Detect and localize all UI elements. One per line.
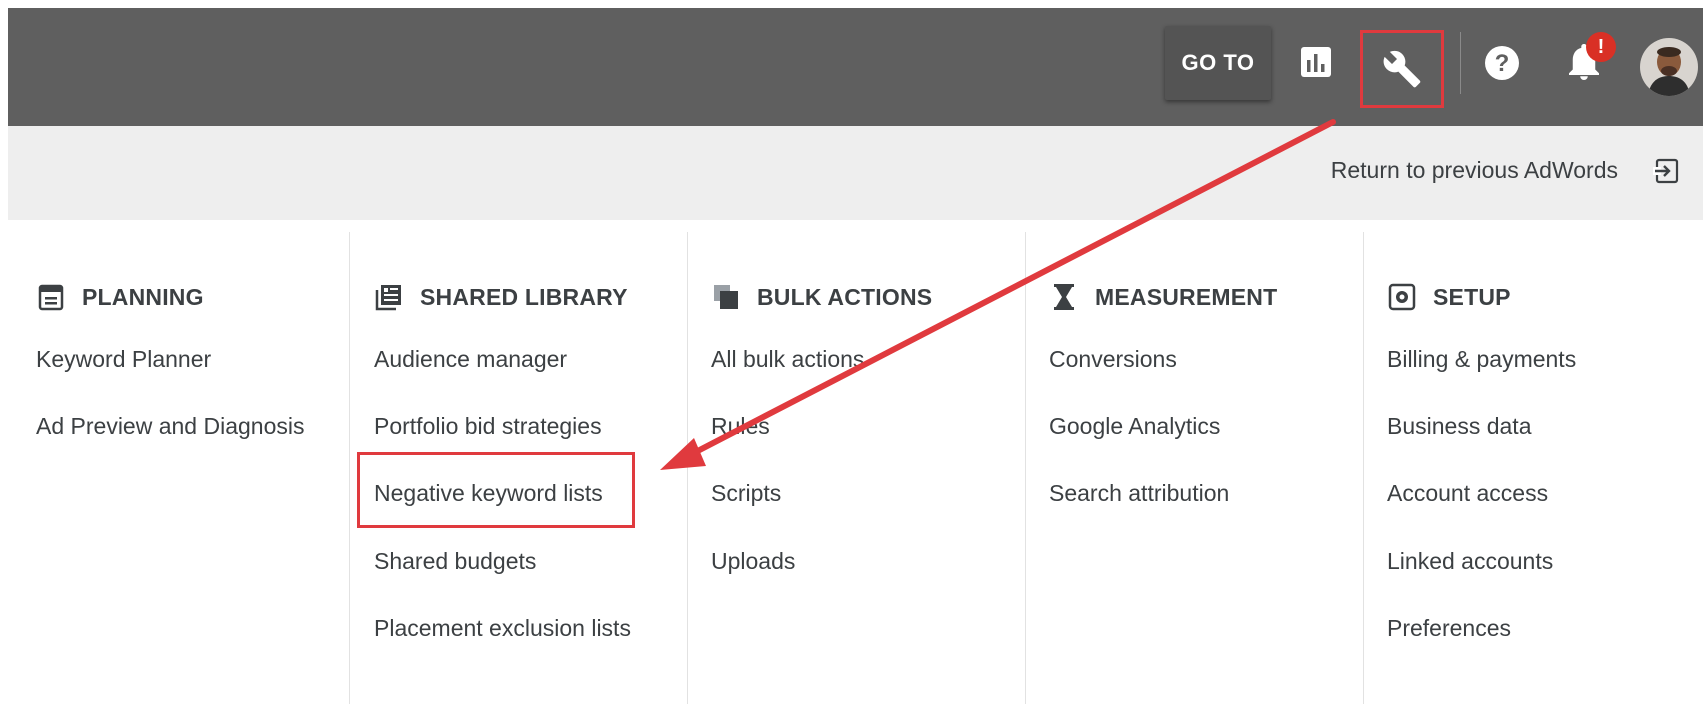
menu-item-conversions[interactable]: Conversions [1049,346,1177,373]
planning-column: PLANNING Keyword Planner Ad Preview and … [36,232,336,704]
library-grid-icon [374,282,404,312]
shared-library-heading: SHARED LIBRARY [374,282,628,312]
menu-item-placement-exclusion-lists[interactable]: Placement exclusion lists [374,615,631,642]
menu-item-account-access[interactable]: Account access [1387,480,1548,507]
menu-item-preferences[interactable]: Preferences [1387,615,1511,642]
column-divider [1025,232,1026,704]
menu-item-all-bulk-actions[interactable]: All bulk actions [711,346,864,373]
column-divider [349,232,350,704]
goto-button[interactable]: GO TO [1165,26,1271,100]
menu-item-uploads[interactable]: Uploads [711,548,795,575]
setup-heading: SETUP [1387,282,1511,312]
exit-arrow-icon[interactable] [1652,157,1680,185]
column-divider [1363,232,1364,704]
bulk-actions-heading: BULK ACTIONS [711,282,932,312]
setup-column: SETUP Billing & payments Business data A… [1387,232,1697,704]
help-icon[interactable]: ? [1484,45,1520,81]
bulk-actions-column: BULK ACTIONS All bulk actions Rules Scri… [711,232,1021,704]
svg-text:?: ? [1495,50,1510,77]
calendar-note-icon [36,282,66,312]
menu-item-google-analytics[interactable]: Google Analytics [1049,413,1220,440]
column-divider [687,232,688,704]
menu-item-linked-accounts[interactable]: Linked accounts [1387,548,1553,575]
menu-item-ad-preview[interactable]: Ad Preview and Diagnosis [36,413,304,440]
notification-badge: ! [1586,32,1616,62]
wrench-tools-icon[interactable] [1360,30,1444,108]
menu-item-portfolio-bid-strategies[interactable]: Portfolio bid strategies [374,413,602,440]
return-to-previous-link[interactable]: Return to previous AdWords [1331,157,1618,184]
menu-item-billing-payments[interactable]: Billing & payments [1387,346,1576,373]
menu-item-rules[interactable]: Rules [711,413,770,440]
measurement-heading: MEASUREMENT [1049,282,1277,312]
menu-item-business-data[interactable]: Business data [1387,413,1531,440]
hourglass-icon [1049,282,1079,312]
measurement-column: MEASUREMENT Conversions Google Analytics… [1049,232,1359,704]
highlight-box [357,452,635,528]
avatar[interactable] [1640,38,1698,96]
toolbar-divider [1460,32,1461,94]
reports-chart-icon[interactable] [1300,46,1332,78]
top-bar [8,8,1703,126]
menu-item-keyword-planner[interactable]: Keyword Planner [36,346,211,373]
menu-item-scripts[interactable]: Scripts [711,480,781,507]
menu-item-search-attribution[interactable]: Search attribution [1049,480,1229,507]
settings-box-icon [1387,282,1417,312]
copy-stack-icon [711,282,741,312]
menu-item-audience-manager[interactable]: Audience manager [374,346,567,373]
menu-item-shared-budgets[interactable]: Shared budgets [374,548,536,575]
planning-heading: PLANNING [36,282,204,312]
